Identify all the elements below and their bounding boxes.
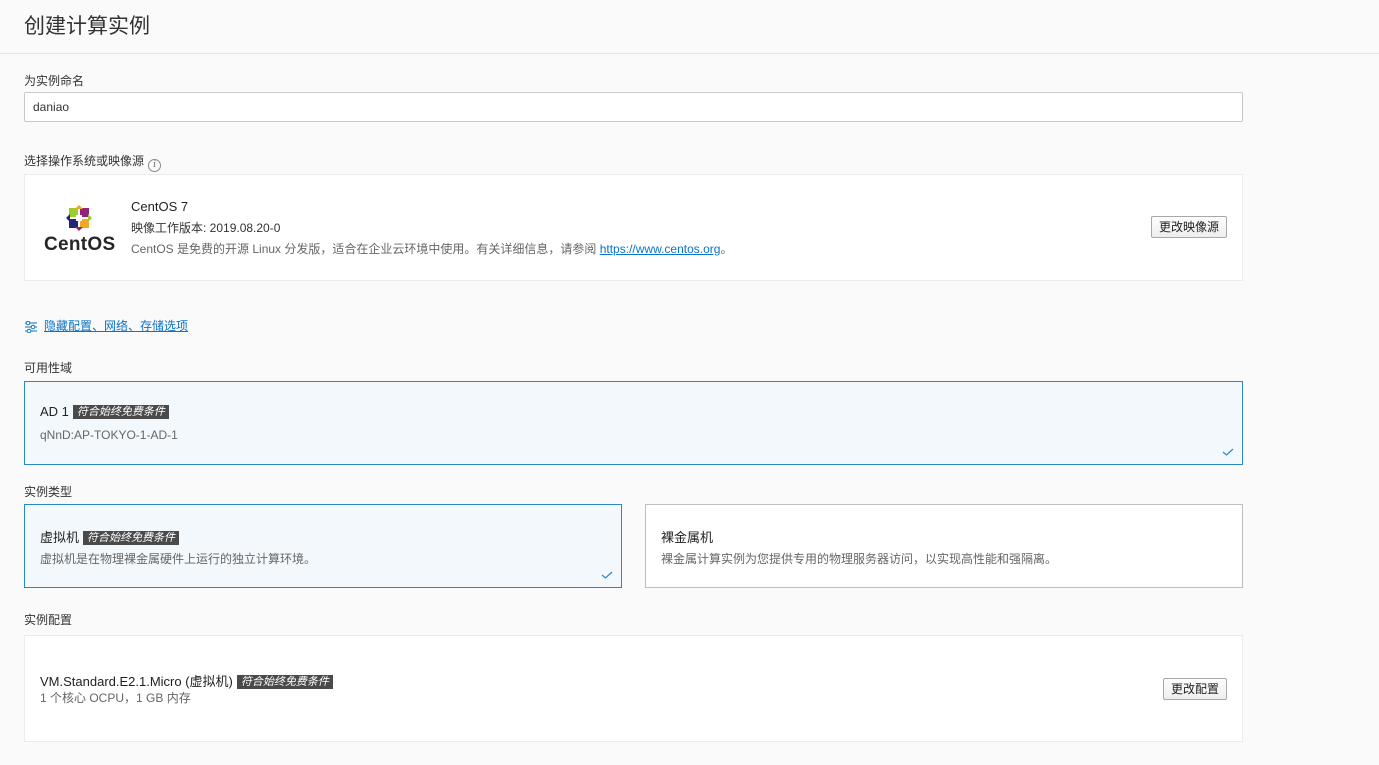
change-image-button[interactable]: 更改映像源 [1150, 216, 1227, 238]
vm-option-description: 虚拟机是在物理裸金属硬件上运行的独立计算环境。 [40, 552, 317, 566]
availability-domain-option-ad1[interactable]: AD 1 符合始终免费条件 qNnD:AP-TOKYO-1-AD-1 [24, 381, 1243, 465]
ad-option-title: AD 1 符合始终免费条件 [40, 404, 169, 419]
shape-panel: VM.Standard.E2.1.Micro (虚拟机) 符合始终免费条件 1 个… [24, 635, 1243, 742]
image-description-text: CentOS 是免费的开源 Linux 分发版，适合在企业云环境中使用。有关详细… [131, 242, 600, 256]
image-panel: CentOS CentOS 7 映像工作版本: 2019.08.20-0 Cen… [24, 174, 1243, 281]
toggle-advanced-options-link[interactable]: 隐藏配置、网络、存储选项 [24, 317, 188, 334]
sliders-icon [25, 320, 37, 334]
shape-detail: 1 个核心 OCPU，1 GB 内存 [40, 691, 191, 705]
page-header: 创建计算实例 [0, 0, 1379, 54]
page-title: 创建计算实例 [24, 15, 150, 38]
instance-name-label: 为实例命名 [24, 74, 85, 88]
vm-option-title: 虚拟机 符合始终免费条件 [40, 527, 180, 546]
image-version: 映像工作版本: 2019.08.20-0 [131, 221, 281, 235]
availability-domain-label: 可用性域 [24, 361, 73, 375]
ad-option-name: AD 1 [40, 404, 69, 419]
always-free-badge: 符合始终免费条件 [72, 405, 169, 419]
shape-title: VM.Standard.E2.1.Micro (虚拟机) 符合始终免费条件 [40, 671, 333, 690]
instance-name-input[interactable] [24, 92, 1243, 122]
image-source-label-text: 选择操作系统或映像源 [24, 154, 145, 168]
centos-logo-text: CentOS [44, 234, 116, 255]
change-shape-button[interactable]: 更改配置 [1162, 678, 1227, 700]
bare-metal-option-title: 裸金属机 [661, 530, 714, 545]
centos-website-link[interactable]: https://www.centos.org [600, 242, 721, 256]
checkmark-icon [1222, 448, 1234, 456]
image-name: CentOS 7 [131, 199, 189, 214]
image-description-suffix: 。 [720, 242, 733, 256]
shape-label: 实例配置 [24, 613, 73, 627]
always-free-badge: 符合始终免费条件 [83, 531, 180, 545]
checkmark-icon [601, 571, 613, 579]
centos-logo-mark [66, 205, 92, 231]
vm-option-name: 虚拟机 [40, 530, 80, 545]
always-free-badge: 符合始终免费条件 [236, 675, 333, 689]
image-description: CentOS 是免费的开源 Linux 分发版，适合在企业云环境中使用。有关详细… [131, 240, 732, 257]
bare-metal-option-description: 裸金属计算实例为您提供专用的物理服务器访问，以实现高性能和强隔离。 [661, 552, 1058, 566]
image-source-label: 选择操作系统或映像源 i [24, 152, 162, 172]
shape-name: VM.Standard.E2.1.Micro (虚拟机) [40, 674, 233, 689]
instance-type-label: 实例类型 [24, 485, 73, 499]
ad-option-subtitle: qNnD:AP-TOKYO-1-AD-1 [40, 428, 178, 442]
advanced-options-label: 隐藏配置、网络、存储选项 [44, 319, 189, 333]
instance-type-option-vm[interactable]: 虚拟机 符合始终免费条件 虚拟机是在物理裸金属硬件上运行的独立计算环境。 [24, 504, 622, 588]
instance-type-option-bare-metal[interactable]: 裸金属机 裸金属计算实例为您提供专用的物理服务器访问，以实现高性能和强隔离。 [645, 504, 1243, 588]
info-icon[interactable]: i [148, 159, 162, 172]
